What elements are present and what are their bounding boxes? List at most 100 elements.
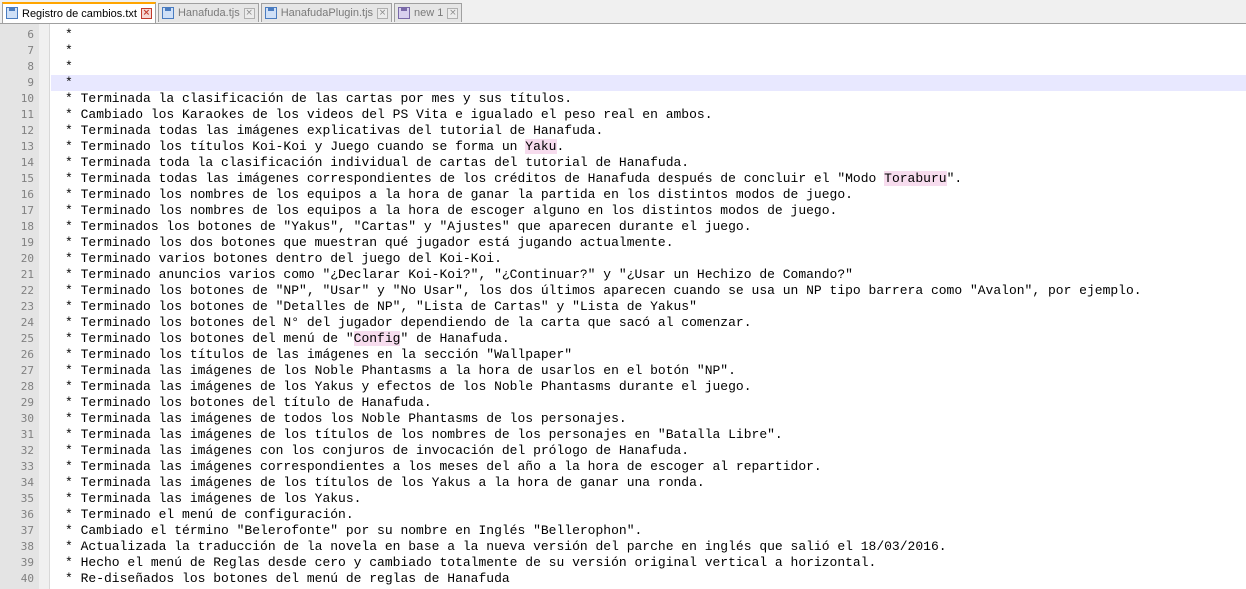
line-text[interactable]: * Terminada las imágenes con los conjuro… — [51, 443, 1246, 459]
line-text[interactable]: * Terminada la clasificación de las cart… — [51, 91, 1246, 107]
text-line[interactable]: 13 * Terminado los títulos Koi-Koi y Jueg… — [0, 139, 1246, 155]
text-line[interactable]: 22 * Terminado los botones de "NP", "Usar… — [0, 283, 1246, 299]
line-text[interactable]: * Terminada las imágenes de los Yakus. — [51, 491, 1246, 507]
line-text[interactable]: * Terminada las imágenes de los Yakus y … — [51, 379, 1246, 395]
line-number: 8 — [27, 60, 34, 73]
line-text[interactable]: * Terminado los botones de "NP", "Usar" … — [51, 283, 1246, 299]
text-line[interactable]: 10 * Terminada la clasificación de las ca… — [0, 91, 1246, 107]
text-line[interactable]: 36 * Terminado el menú de configuración. — [0, 507, 1246, 523]
line-text[interactable]: * Terminado los botones del título de Ha… — [51, 395, 1246, 411]
text-lines[interactable]: 6 * 7 * 8 * 9 * 10 * Terminada la clasificación d… — [0, 27, 1246, 587]
text-segment: * Terminada toda la clasificación indivi… — [65, 155, 690, 170]
text-segment: * Terminada las imágenes correspondiente… — [65, 459, 822, 474]
text-line[interactable]: 23 * Terminado los botones de "Detalles d… — [0, 299, 1246, 315]
line-text[interactable]: * Terminada todas las imágenes explicati… — [51, 123, 1246, 139]
line-number: 31 — [20, 428, 34, 441]
spell-highlight: Config — [353, 331, 401, 346]
file-unsaved-icon — [398, 6, 411, 20]
text-line[interactable]: 26 * Terminado los títulos de las imágene… — [0, 347, 1246, 363]
tab-2[interactable]: HanafudaPlugin.tjs × — [260, 3, 393, 22]
text-line[interactable]: 6 * — [0, 27, 1246, 43]
text-line[interactable]: 32 * Terminada las imágenes con los conju… — [0, 443, 1246, 459]
line-text[interactable]: * Terminado el menú de configuración. — [51, 507, 1246, 523]
text-segment: * Terminada la clasificación de las cart… — [65, 91, 573, 106]
text-line[interactable]: 15 * Terminada todas las imágenes corresp… — [0, 171, 1246, 187]
text-line[interactable]: 24 * Terminado los botones del N° del jug… — [0, 315, 1246, 331]
text-line[interactable]: 29 * Terminado los botones del título de … — [0, 395, 1246, 411]
line-number: 7 — [27, 44, 34, 57]
line-text[interactable]: * Terminada todas las imágenes correspon… — [51, 171, 1246, 187]
text-line[interactable]: 27 * Terminada las imágenes de los Noble … — [0, 363, 1246, 379]
line-text[interactable]: * Terminada las imágenes de los Noble Ph… — [51, 363, 1246, 379]
line-text[interactable]: * Terminada las imágenes correspondiente… — [51, 459, 1246, 475]
line-text[interactable]: * Actualizada la traducción de la novela… — [51, 539, 1246, 555]
text-line[interactable]: 14 * Terminada toda la clasificación indi… — [0, 155, 1246, 171]
text-line[interactable]: 35 * Terminada las imágenes de los Yakus. — [0, 491, 1246, 507]
text-line[interactable]: 34 * Terminada las imágenes de los título… — [0, 475, 1246, 491]
line-text[interactable]: * Terminado los nombres de los equipos a… — [51, 203, 1246, 219]
tab-3[interactable]: new 1 × — [394, 3, 463, 22]
text-line[interactable]: 12 * Terminada todas las imágenes explica… — [0, 123, 1246, 139]
line-text[interactable]: * Hecho el menú de Reglas desde cero y c… — [51, 555, 1246, 571]
text-line[interactable]: 21 * Terminado anuncios varios como "¿Dec… — [0, 267, 1246, 283]
tab-strip: Registro de cambios.txt × Hanafuda.tjs × Han… — [2, 2, 464, 23]
tab-1[interactable]: Hanafuda.tjs × — [157, 3, 259, 22]
tab-0[interactable]: Registro de cambios.txt × — [2, 2, 156, 23]
line-text[interactable]: * Terminado los botones del menú de "Con… — [51, 331, 1246, 347]
line-text[interactable]: * — [51, 75, 1246, 91]
text-line[interactable]: 7 * — [0, 43, 1246, 59]
text-line[interactable]: 25 * Terminado los botones del menú de "C… — [0, 331, 1246, 347]
text-line[interactable]: 19 * Terminado los dos botones que muestr… — [0, 235, 1246, 251]
line-text[interactable]: * Terminada las imágenes de los títulos … — [51, 427, 1246, 443]
text-segment: * Terminada todas las imágenes explicati… — [65, 123, 604, 138]
text-segment: * Terminados los botones de "Yakus", "Ca… — [65, 219, 752, 234]
line-text[interactable]: * Cambiado los Karaokes de los videos de… — [51, 107, 1246, 123]
text-segment: * Terminada todas las imágenes correspon… — [65, 171, 885, 186]
text-line[interactable]: 18 * Terminados los botones de "Yakus", "… — [0, 219, 1246, 235]
text-line[interactable]: 37 * Cambiado el término "Belerofonte" po… — [0, 523, 1246, 539]
text-line[interactable]: 30 * Terminada las imágenes de todos los … — [0, 411, 1246, 427]
text-line[interactable]: 38 * Actualizada la traducción de la nove… — [0, 539, 1246, 555]
line-text[interactable]: * — [51, 59, 1246, 75]
line-text[interactable]: * Terminado los botones del N° del jugad… — [51, 315, 1246, 331]
text-line[interactable]: 28 * Terminada las imágenes de los Yakus … — [0, 379, 1246, 395]
text-segment: * Terminado los botones de "Detalles de … — [65, 299, 697, 314]
line-text[interactable]: * Terminados los botones de "Yakus", "Ca… — [51, 219, 1246, 235]
line-text[interactable]: * Terminado los títulos de las imágenes … — [51, 347, 1246, 363]
text-line[interactable]: 9 * — [0, 75, 1246, 91]
text-line[interactable]: 40 * Re-diseñados los botones del menú de… — [0, 571, 1246, 587]
text-line[interactable]: 17 * Terminado los nombres de los equipos… — [0, 203, 1246, 219]
text-line[interactable]: 8 * — [0, 59, 1246, 75]
line-text[interactable]: * Terminado anuncios varios como "¿Decla… — [51, 267, 1246, 283]
tab-label: new 1 — [414, 7, 444, 19]
text-line[interactable]: 31 * Terminada las imágenes de los título… — [0, 427, 1246, 443]
line-text[interactable]: * Terminada las imágenes de los títulos … — [51, 475, 1246, 491]
line-text[interactable]: * Terminada las imágenes de todos los No… — [51, 411, 1246, 427]
text-segment: * Terminada las imágenes de los Noble Ph… — [65, 363, 736, 378]
line-text[interactable]: * Terminado los dos botones que muestran… — [51, 235, 1246, 251]
close-icon[interactable]: × — [243, 7, 255, 19]
text-line[interactable]: 16 * Terminado los nombres de los equipos… — [0, 187, 1246, 203]
line-text[interactable]: * — [51, 27, 1246, 43]
line-number: 10 — [20, 92, 34, 105]
line-text[interactable]: * Terminado los botones de "Detalles de … — [51, 299, 1246, 315]
line-number: 23 — [20, 300, 34, 313]
file-saved-icon — [264, 6, 278, 20]
text-line[interactable]: 33 * Terminada las imágenes correspondien… — [0, 459, 1246, 475]
text-segment: * — [65, 27, 73, 42]
text-line[interactable]: 20 * Terminado varios botones dentro del … — [0, 251, 1246, 267]
line-text[interactable]: * Terminado los nombres de los equipos a… — [51, 187, 1246, 203]
line-text[interactable]: * Cambiado el término "Belerofonte" por … — [51, 523, 1246, 539]
editor-area[interactable]: 6 * 7 * 8 * 9 * 10 * Terminada la clasificación d… — [0, 24, 1246, 589]
close-icon[interactable]: × — [447, 7, 459, 19]
close-icon[interactable]: × — [377, 7, 389, 19]
close-icon[interactable]: × — [140, 8, 152, 19]
line-text[interactable]: * Terminado varios botones dentro del ju… — [51, 251, 1246, 267]
line-text[interactable]: * — [51, 43, 1246, 59]
line-text[interactable]: * Re-diseñados los botones del menú de r… — [51, 571, 1246, 587]
line-text[interactable]: * Terminada toda la clasificación indivi… — [51, 155, 1246, 171]
line-text[interactable]: * Terminado los títulos Koi-Koi y Juego … — [51, 139, 1246, 155]
text-line[interactable]: 39 * Hecho el menú de Reglas desde cero y… — [0, 555, 1246, 571]
line-number: 11 — [20, 108, 34, 121]
text-line[interactable]: 11 * Cambiado los Karaokes de los videos … — [0, 107, 1246, 123]
